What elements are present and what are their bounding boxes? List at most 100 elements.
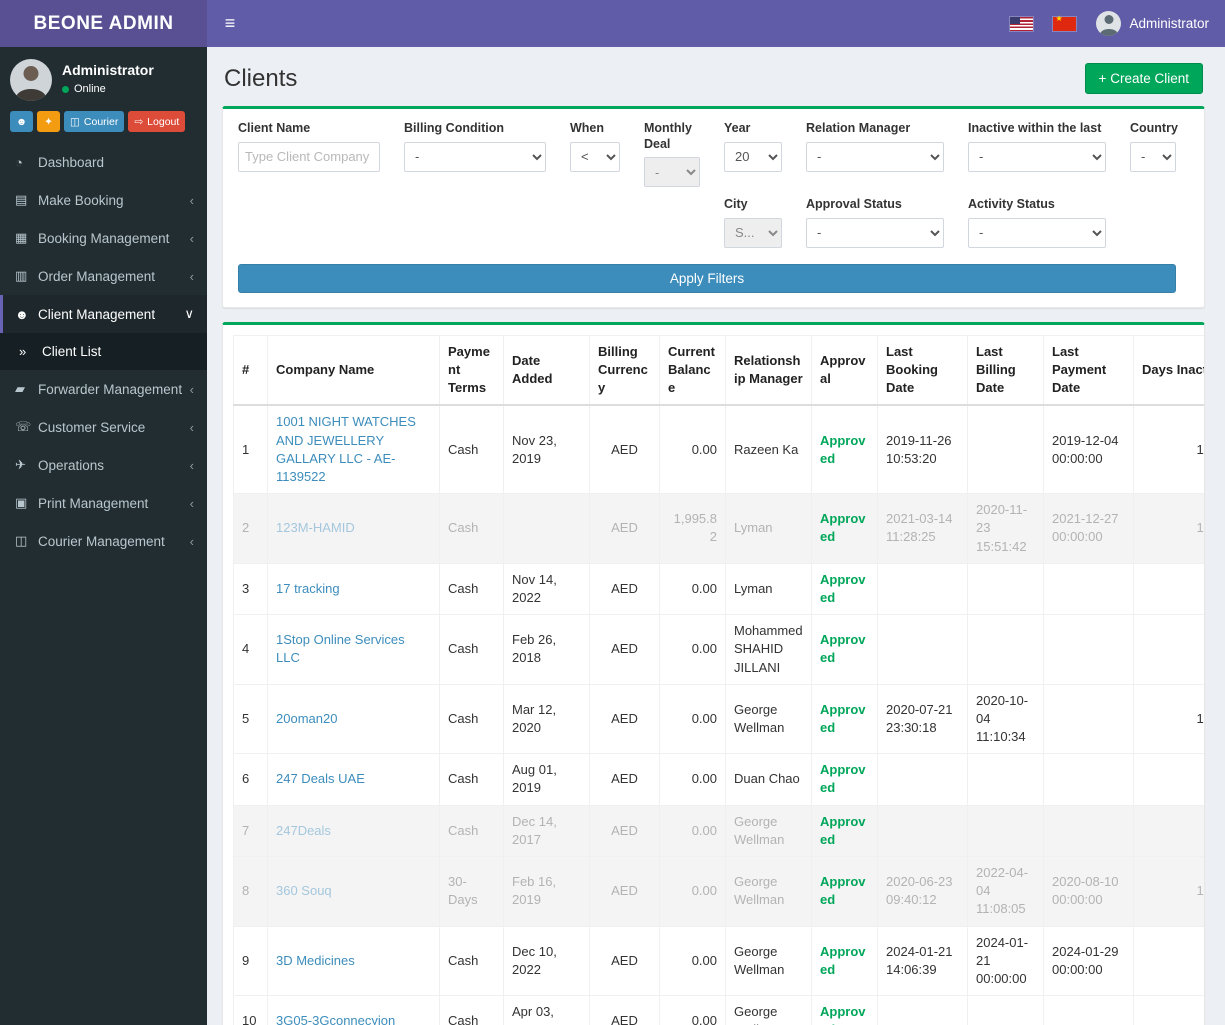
sidebar-item[interactable]: ◔ Dashboard bbox=[0, 144, 207, 181]
days-inactive-cell: 1,602 bbox=[1133, 683, 1204, 755]
currency-cell: AED bbox=[589, 753, 660, 806]
activity-status-select[interactable]: - bbox=[968, 217, 1106, 248]
company-link[interactable]: 20oman20 bbox=[276, 711, 337, 726]
manager-cell: Razeen Ka bbox=[725, 404, 812, 495]
sidebar-item[interactable]: ▰ Forwarder Management ‹ bbox=[0, 370, 207, 408]
activity-status-label: Activity Status bbox=[968, 197, 1055, 212]
company-cell: 20oman20 bbox=[267, 683, 440, 755]
last-billing-cell: 2024-01-21 00:00:00 bbox=[967, 925, 1044, 997]
column-current-balance: Current Balance bbox=[659, 334, 726, 407]
inactive-within-select[interactable]: - bbox=[968, 141, 1106, 172]
year-select[interactable]: 20 bbox=[724, 141, 782, 172]
sidebar-item[interactable]: ☏ Customer Service ‹ bbox=[0, 408, 207, 446]
table-row: 6 247 Deals UAE Cash Aug 01, 2019 AED 0.… bbox=[233, 753, 1204, 806]
country-select[interactable]: - bbox=[1130, 141, 1176, 172]
sidebar-item[interactable]: ▥ Order Management ‹ bbox=[0, 257, 207, 295]
brand-logo[interactable]: BEONE ADMIN bbox=[0, 0, 207, 47]
sidebar-item[interactable]: ◫ Courier Management ‹ bbox=[0, 522, 207, 560]
us-flag-icon[interactable] bbox=[1010, 16, 1034, 31]
table-row: 9 3D Medicines Cash Dec 10, 2022 AED 0.0… bbox=[233, 925, 1204, 997]
last-billing-cell bbox=[967, 404, 1044, 495]
key-icon: ✦ bbox=[44, 115, 53, 128]
online-status-dot bbox=[62, 85, 69, 93]
company-link[interactable]: 17 tracking bbox=[276, 581, 340, 596]
days-inactive-cell: 0 bbox=[1133, 753, 1204, 806]
column-payment-terms: Payment Terms bbox=[439, 334, 504, 407]
hamburger-menu-icon[interactable]: ≡ bbox=[207, 0, 253, 47]
filter-city: City S... bbox=[724, 197, 782, 248]
monthly-deal-select[interactable]: - bbox=[644, 157, 700, 188]
company-link[interactable]: 3D Medicines bbox=[276, 953, 355, 968]
menu-item-label: Courier Management bbox=[38, 533, 165, 549]
company-link[interactable]: 247Deals bbox=[276, 823, 331, 838]
billing-condition-select[interactable]: - bbox=[404, 141, 546, 172]
user-menu-label: Administrator bbox=[1129, 16, 1209, 31]
menu-item-icon: ☏ bbox=[15, 419, 32, 434]
china-flag-icon[interactable] bbox=[1053, 14, 1077, 31]
when-select[interactable]: < bbox=[570, 141, 620, 172]
company-cell: 123M-HAMID bbox=[267, 493, 440, 564]
menu-item-icon: ▰ bbox=[15, 381, 25, 396]
menu-item-label: Forwarder Management bbox=[38, 381, 183, 397]
date-added-cell: Nov 14, 2022 bbox=[503, 562, 590, 616]
menu-item-label: Operations bbox=[38, 457, 105, 473]
sidebar-avatar bbox=[10, 59, 52, 101]
currency-cell: AED bbox=[589, 683, 660, 755]
sidebar-item[interactable]: ▣ Print Management ‹ bbox=[0, 484, 207, 522]
company-link[interactable]: 247 Deals UAE bbox=[276, 771, 365, 786]
sidebar-item[interactable]: ▦ Booking Management ‹ bbox=[0, 219, 207, 257]
days-inactive-cell: 0 bbox=[1133, 995, 1204, 1025]
sidebar-item[interactable]: ✈ Operations ‹ bbox=[0, 446, 207, 484]
sidebar-item[interactable]: » Client List bbox=[0, 333, 207, 370]
key-button[interactable]: ✦ bbox=[37, 111, 60, 132]
currency-cell: AED bbox=[589, 562, 660, 616]
menu-item-label: Client Management bbox=[38, 306, 156, 322]
table-row: 3 17 tracking Cash Nov 14, 2022 AED 0.00… bbox=[233, 562, 1204, 616]
date-added-cell: Dec 14, 2017 bbox=[503, 804, 590, 858]
menu-item-icon: ☻ bbox=[15, 306, 29, 322]
menu-item-label: Order Management bbox=[38, 268, 156, 284]
approval-status-cell: Approved bbox=[811, 493, 878, 564]
user-icon: ☻ bbox=[15, 115, 28, 128]
last-payment-cell bbox=[1043, 753, 1134, 806]
create-client-button[interactable]: + Create Client bbox=[1084, 63, 1203, 94]
sidebar-item[interactable]: ☻ Client Management ∨ bbox=[0, 295, 207, 333]
row-number-cell: 1 bbox=[233, 404, 268, 495]
client-name-input[interactable] bbox=[238, 141, 380, 172]
days-inactive-cell: 1,630 bbox=[1133, 856, 1204, 927]
column-company-name: Company Name bbox=[267, 334, 440, 407]
plus-icon: + bbox=[1098, 71, 1107, 86]
company-link[interactable]: 3G05-3Gconnecyion bbox=[276, 1013, 395, 1025]
city-select[interactable]: S... bbox=[724, 217, 782, 248]
approval-status-cell: Approved bbox=[811, 562, 878, 616]
filter-relation-manager: Relation Manager - bbox=[806, 121, 944, 187]
approval-status-cell: Approved bbox=[811, 804, 878, 858]
balance-cell: 0.00 bbox=[659, 753, 726, 806]
relation-manager-select[interactable]: - bbox=[806, 141, 944, 172]
payment-terms-cell: Cash bbox=[439, 404, 504, 495]
row-number-cell: 2 bbox=[233, 493, 268, 564]
currency-cell: AED bbox=[589, 995, 660, 1025]
profile-button[interactable]: ☻ bbox=[10, 111, 33, 132]
menu-item-icon: ◔ bbox=[15, 155, 23, 170]
company-link[interactable]: 123M-HAMID bbox=[276, 520, 355, 535]
company-link[interactable]: 360 Souq bbox=[276, 883, 332, 898]
courier-button[interactable]: ◫ Courier bbox=[64, 111, 125, 132]
menu-item-label: Customer Service bbox=[38, 419, 146, 435]
sidebar-user-name: Administrator bbox=[62, 62, 154, 78]
company-link[interactable]: 1Stop Online Services LLC bbox=[276, 632, 405, 665]
filter-when: When < bbox=[570, 121, 620, 187]
user-menu[interactable]: Administrator bbox=[1096, 11, 1209, 36]
logout-button[interactable]: ⇨ Logout bbox=[128, 111, 186, 132]
main-area: Clients + Create Client Client Name Bill… bbox=[207, 0, 1225, 1025]
balance-cell: 0.00 bbox=[659, 856, 726, 927]
sidebar-item[interactable]: ▤ Make Booking ‹ bbox=[0, 181, 207, 219]
chevron-icon: ‹ bbox=[189, 495, 194, 511]
last-booking-cell bbox=[877, 804, 968, 858]
company-link[interactable]: 1001 NIGHT WATCHES AND JEWELLERY GALLARY… bbox=[276, 414, 416, 484]
table-row: 2 123M-HAMID Cash AED 1,995.82 Lyman App… bbox=[233, 493, 1204, 564]
apply-filters-button[interactable]: Apply Filters bbox=[238, 263, 1176, 293]
last-payment-cell: 2024-01-29 00:00:00 bbox=[1043, 925, 1134, 997]
approval-status-select[interactable]: - bbox=[806, 217, 944, 248]
days-inactive-cell: 1,366 bbox=[1133, 493, 1204, 564]
